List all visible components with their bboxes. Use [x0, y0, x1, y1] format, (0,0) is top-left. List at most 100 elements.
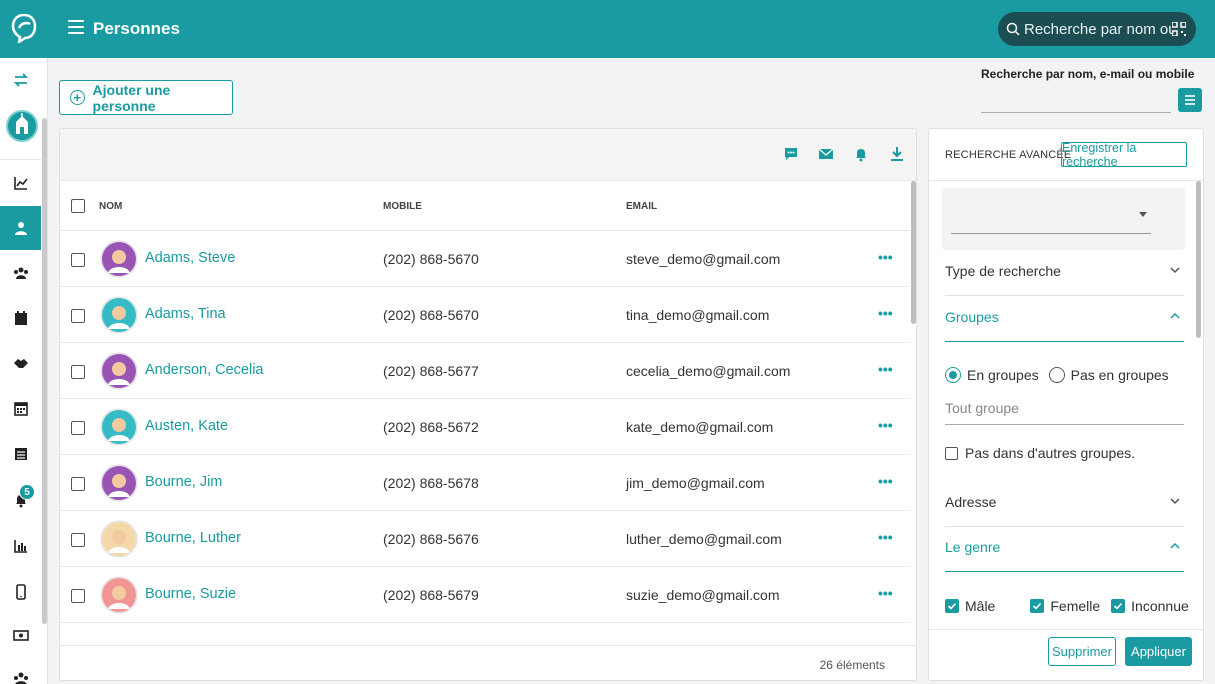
advanced-search-header: RECHERCHE AVANCÉE Enregistrer la recherc…: [929, 129, 1203, 181]
radio-in-groups-label: En groupes: [967, 367, 1039, 383]
list-icon[interactable]: [0, 432, 41, 476]
person-icon[interactable]: [0, 206, 41, 250]
bell-icon[interactable]: [0, 478, 41, 522]
column-header-email[interactable]: EMAIL: [626, 201, 657, 212]
add-person-button[interactable]: + Ajouter une personne: [59, 80, 233, 115]
group-icon[interactable]: [0, 251, 41, 295]
delete-button[interactable]: Supprimer: [1048, 637, 1116, 666]
download-icon[interactable]: [889, 146, 905, 162]
avatar[interactable]: [100, 349, 138, 393]
list-view-button[interactable]: [1178, 88, 1202, 112]
swap-icon[interactable]: [0, 58, 41, 102]
money-icon[interactable]: [0, 613, 41, 657]
person-mobile: (202) 868-5670: [383, 307, 479, 323]
section-address[interactable]: Adresse: [945, 482, 1184, 527]
advanced-search-title: RECHERCHE AVANCÉE: [945, 149, 1072, 161]
group-select-input[interactable]: Tout groupe: [945, 393, 1184, 425]
person-name-link[interactable]: Austen, Kate: [145, 418, 228, 434]
table-row[interactable]: Bourne, Jim (202) 868-5678 jim_demo@gmail.…: [60, 455, 910, 511]
table-row[interactable]: Austen, Kate (202) 868-5672 kate_demo@gmai…: [60, 399, 910, 455]
more-options-icon[interactable]: •••: [878, 473, 893, 489]
bar-chart-icon[interactable]: [0, 524, 41, 568]
section-search-type[interactable]: Type de recherche: [945, 251, 1184, 296]
not-in-other-groups-label: Pas dans d'autres groupes.: [965, 445, 1136, 461]
person-name-link[interactable]: Adams, Tina: [145, 306, 226, 322]
more-options-icon[interactable]: •••: [878, 417, 893, 433]
person-email: cecelia_demo@gmail.com: [626, 363, 791, 379]
person-name-link[interactable]: Bourne, Suzie: [145, 586, 236, 602]
avatar[interactable]: [100, 517, 138, 561]
section-search-type-label: Type de recherche: [945, 263, 1061, 279]
person-name-link[interactable]: Anderson, Cecelia: [145, 362, 264, 378]
quick-search-input[interactable]: [981, 86, 1171, 113]
bell-icon[interactable]: [853, 146, 869, 162]
person-name-link[interactable]: Bourne, Jim: [145, 474, 222, 490]
chevron-up-icon: [1170, 542, 1180, 549]
add-circle-icon: +: [70, 90, 85, 105]
table-row[interactable]: Adams, Tina (202) 868-5670 tina_demo@gmail…: [60, 287, 910, 343]
handshake-icon[interactable]: [0, 341, 41, 385]
person-name-link[interactable]: Bourne, Luther: [145, 530, 241, 546]
app-logo-icon[interactable]: [10, 11, 38, 43]
qr-code-icon[interactable]: [1172, 22, 1186, 36]
table-row[interactable]: Bourne, Luther (202) 868-5676 luther_demo@…: [60, 511, 910, 567]
hamburger-menu-icon[interactable]: [68, 20, 84, 36]
more-options-icon[interactable]: •••: [878, 249, 893, 265]
sidebar-scrollbar[interactable]: [42, 118, 47, 624]
people-icon[interactable]: [0, 656, 41, 684]
calendar-icon[interactable]: [0, 296, 41, 340]
table-scrollbar[interactable]: [911, 181, 916, 324]
row-checkbox[interactable]: [71, 421, 85, 435]
row-checkbox[interactable]: [71, 253, 85, 267]
mobile-icon[interactable]: [0, 570, 41, 614]
row-checkbox[interactable]: [71, 533, 85, 547]
section-gender[interactable]: Le genre: [945, 527, 1184, 572]
person-mobile: (202) 868-5672: [383, 419, 479, 435]
more-options-icon[interactable]: •••: [878, 305, 893, 321]
radio-not-in-groups[interactable]: [1048, 367, 1065, 383]
save-search-button[interactable]: Enregistrer la recherche: [1061, 141, 1187, 169]
sms-icon[interactable]: [783, 146, 799, 162]
select-underline: [951, 233, 1151, 234]
table-row[interactable]: Bourne, Suzie (202) 868-5679 suzie_demo@gm…: [60, 567, 910, 623]
apply-button[interactable]: Appliquer: [1125, 637, 1192, 666]
row-checkbox[interactable]: [71, 589, 85, 603]
avatar[interactable]: [100, 237, 138, 281]
more-options-icon[interactable]: •••: [878, 585, 893, 601]
more-options-icon[interactable]: •••: [878, 361, 893, 377]
not-in-other-groups-checkbox[interactable]: Pas dans d'autres groupes.: [945, 445, 1135, 461]
person-name-link[interactable]: Adams, Steve: [145, 250, 235, 266]
column-header-mobile[interactable]: MOBILE: [383, 201, 422, 212]
person-email: kate_demo@gmail.com: [626, 419, 774, 435]
saved-search-select[interactable]: [942, 188, 1185, 250]
select-all-checkbox[interactable]: [71, 199, 85, 213]
section-groups-label: Groupes: [945, 309, 999, 325]
row-checkbox[interactable]: [71, 477, 85, 491]
avatar[interactable]: [100, 573, 138, 617]
org-icon[interactable]: [6, 110, 38, 142]
gender-unknown-checkbox[interactable]: [1111, 599, 1126, 613]
row-checkbox[interactable]: [71, 365, 85, 379]
global-search-input[interactable]: Recherche par nom ou …: [998, 12, 1196, 46]
avatar[interactable]: [100, 405, 138, 449]
group-membership-radios: En groupes Pas en groupes: [945, 367, 1169, 383]
calendar-grid-icon[interactable]: [0, 386, 41, 430]
chevron-down-icon: [1170, 498, 1180, 505]
avatar[interactable]: [100, 461, 138, 505]
row-checkbox[interactable]: [71, 309, 85, 323]
table-row[interactable]: Adams, Steve (202) 868-5670 steve_demo@gma…: [60, 231, 910, 287]
gender-male-checkbox[interactable]: [945, 599, 959, 613]
dropdown-caret-icon: [1139, 212, 1147, 217]
more-options-icon[interactable]: •••: [878, 529, 893, 545]
search-icon: [1006, 22, 1020, 36]
person-mobile: (202) 868-5678: [383, 475, 479, 491]
gender-female-checkbox[interactable]: [1030, 599, 1045, 613]
avatar[interactable]: [100, 293, 138, 337]
email-icon[interactable]: [818, 146, 834, 162]
chart-icon[interactable]: [0, 161, 41, 205]
table-row[interactable]: Anderson, Cecelia (202) 868-5677 cecelia_d…: [60, 343, 910, 399]
advanced-search-scrollbar[interactable]: [1196, 181, 1201, 338]
column-header-name[interactable]: NOM: [99, 201, 122, 212]
radio-in-groups[interactable]: [945, 367, 961, 383]
section-groups[interactable]: Groupes: [945, 297, 1184, 342]
